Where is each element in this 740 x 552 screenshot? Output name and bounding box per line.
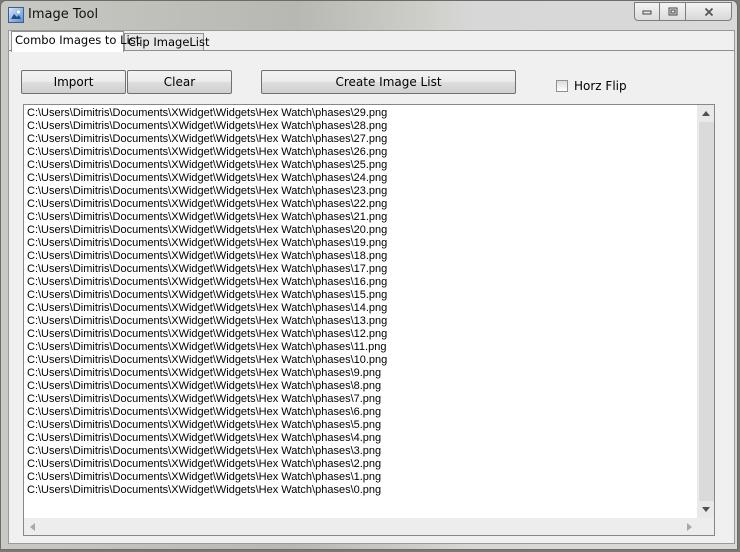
maximize-icon bbox=[668, 7, 677, 16]
clear-button[interactable]: Clear bbox=[127, 70, 232, 94]
list-item[interactable]: C:\Users\Dimitris\Documents\XWidget\Widg… bbox=[27, 354, 696, 367]
vertical-scroll-thumb[interactable] bbox=[698, 122, 714, 501]
list-item[interactable]: C:\Users\Dimitris\Documents\XWidget\Widg… bbox=[27, 289, 696, 302]
vertical-scrollbar[interactable] bbox=[697, 105, 714, 518]
list-item[interactable]: C:\Users\Dimitris\Documents\XWidget\Widg… bbox=[27, 250, 696, 263]
list-item[interactable]: C:\Users\Dimitris\Documents\XWidget\Widg… bbox=[27, 432, 696, 445]
list-item[interactable]: C:\Users\Dimitris\Documents\XWidget\Widg… bbox=[27, 445, 696, 458]
list-item[interactable]: C:\Users\Dimitris\Documents\XWidget\Widg… bbox=[27, 315, 696, 328]
list-item[interactable]: C:\Users\Dimitris\Documents\XWidget\Widg… bbox=[27, 419, 696, 432]
list-item[interactable]: C:\Users\Dimitris\Documents\XWidget\Widg… bbox=[27, 341, 696, 354]
list-item[interactable]: C:\Users\Dimitris\Documents\XWidget\Widg… bbox=[27, 224, 696, 237]
scrollbar-corner bbox=[697, 518, 714, 535]
list-item[interactable]: C:\Users\Dimitris\Documents\XWidget\Widg… bbox=[27, 393, 696, 406]
list-item[interactable]: C:\Users\Dimitris\Documents\XWidget\Widg… bbox=[27, 276, 696, 289]
maximize-button[interactable] bbox=[660, 2, 686, 21]
list-item[interactable]: C:\Users\Dimitris\Documents\XWidget\Widg… bbox=[27, 146, 696, 159]
list-item[interactable]: C:\Users\Dimitris\Documents\XWidget\Widg… bbox=[27, 237, 696, 250]
tab-strip: Combo Images to List Clip ImageList bbox=[9, 31, 734, 52]
chevron-right-icon[interactable] bbox=[681, 518, 698, 535]
list-item[interactable]: C:\Users\Dimitris\Documents\XWidget\Widg… bbox=[27, 302, 696, 315]
client-area: Combo Images to List Clip ImageList Impo… bbox=[8, 30, 735, 544]
list-item[interactable]: C:\Users\Dimitris\Documents\XWidget\Widg… bbox=[27, 406, 696, 419]
window-title: Image Tool bbox=[28, 7, 99, 22]
list-item[interactable]: C:\Users\Dimitris\Documents\XWidget\Widg… bbox=[27, 484, 696, 497]
minimize-button[interactable] bbox=[634, 2, 660, 21]
horz-flip-option[interactable]: Horz Flip bbox=[556, 78, 627, 94]
list-item[interactable]: C:\Users\Dimitris\Documents\XWidget\Widg… bbox=[27, 263, 696, 276]
list-item[interactable]: C:\Users\Dimitris\Documents\XWidget\Widg… bbox=[27, 185, 696, 198]
list-item[interactable]: C:\Users\Dimitris\Documents\XWidget\Widg… bbox=[27, 328, 696, 341]
list-item[interactable]: C:\Users\Dimitris\Documents\XWidget\Widg… bbox=[27, 471, 696, 484]
list-item[interactable]: C:\Users\Dimitris\Documents\XWidget\Widg… bbox=[27, 211, 696, 224]
list-item[interactable]: C:\Users\Dimitris\Documents\XWidget\Widg… bbox=[27, 120, 696, 133]
list-item[interactable]: C:\Users\Dimitris\Documents\XWidget\Widg… bbox=[27, 107, 696, 120]
chevron-left-icon[interactable] bbox=[24, 518, 41, 535]
list-item[interactable]: C:\Users\Dimitris\Documents\XWidget\Widg… bbox=[27, 198, 696, 211]
chevron-up-icon[interactable] bbox=[697, 105, 714, 122]
import-button[interactable]: Import bbox=[21, 70, 126, 94]
title-bar[interactable]: Image Tool bbox=[1, 1, 737, 31]
image-file-list[interactable]: C:\Users\Dimitris\Documents\XWidget\Widg… bbox=[23, 104, 715, 536]
list-item[interactable]: C:\Users\Dimitris\Documents\XWidget\Widg… bbox=[27, 458, 696, 471]
close-icon bbox=[704, 7, 713, 16]
list-items: C:\Users\Dimitris\Documents\XWidget\Widg… bbox=[27, 107, 696, 497]
tab-combo-images-to-list[interactable]: Combo Images to List bbox=[11, 31, 140, 52]
chevron-down-icon[interactable] bbox=[697, 501, 714, 518]
image-tool-icon bbox=[8, 7, 24, 23]
horz-flip-checkbox[interactable] bbox=[556, 80, 568, 92]
list-item[interactable]: C:\Users\Dimitris\Documents\XWidget\Widg… bbox=[27, 367, 696, 380]
list-item[interactable]: C:\Users\Dimitris\Documents\XWidget\Widg… bbox=[27, 133, 696, 146]
horz-flip-label: Horz Flip bbox=[574, 79, 627, 93]
list-item[interactable]: C:\Users\Dimitris\Documents\XWidget\Widg… bbox=[27, 159, 696, 172]
create-image-list-button[interactable]: Create Image List bbox=[261, 70, 516, 94]
list-item[interactable]: C:\Users\Dimitris\Documents\XWidget\Widg… bbox=[27, 172, 696, 185]
tab-panel-combo-images: Import Clear Create Image List Horz Flip… bbox=[9, 50, 734, 543]
horizontal-scrollbar[interactable] bbox=[24, 518, 698, 535]
close-button[interactable] bbox=[686, 2, 732, 21]
list-item[interactable]: C:\Users\Dimitris\Documents\XWidget\Widg… bbox=[27, 380, 696, 393]
app-window: Image Tool Combo Images to List Clip Ima… bbox=[0, 0, 738, 550]
minimize-icon bbox=[642, 10, 652, 14]
